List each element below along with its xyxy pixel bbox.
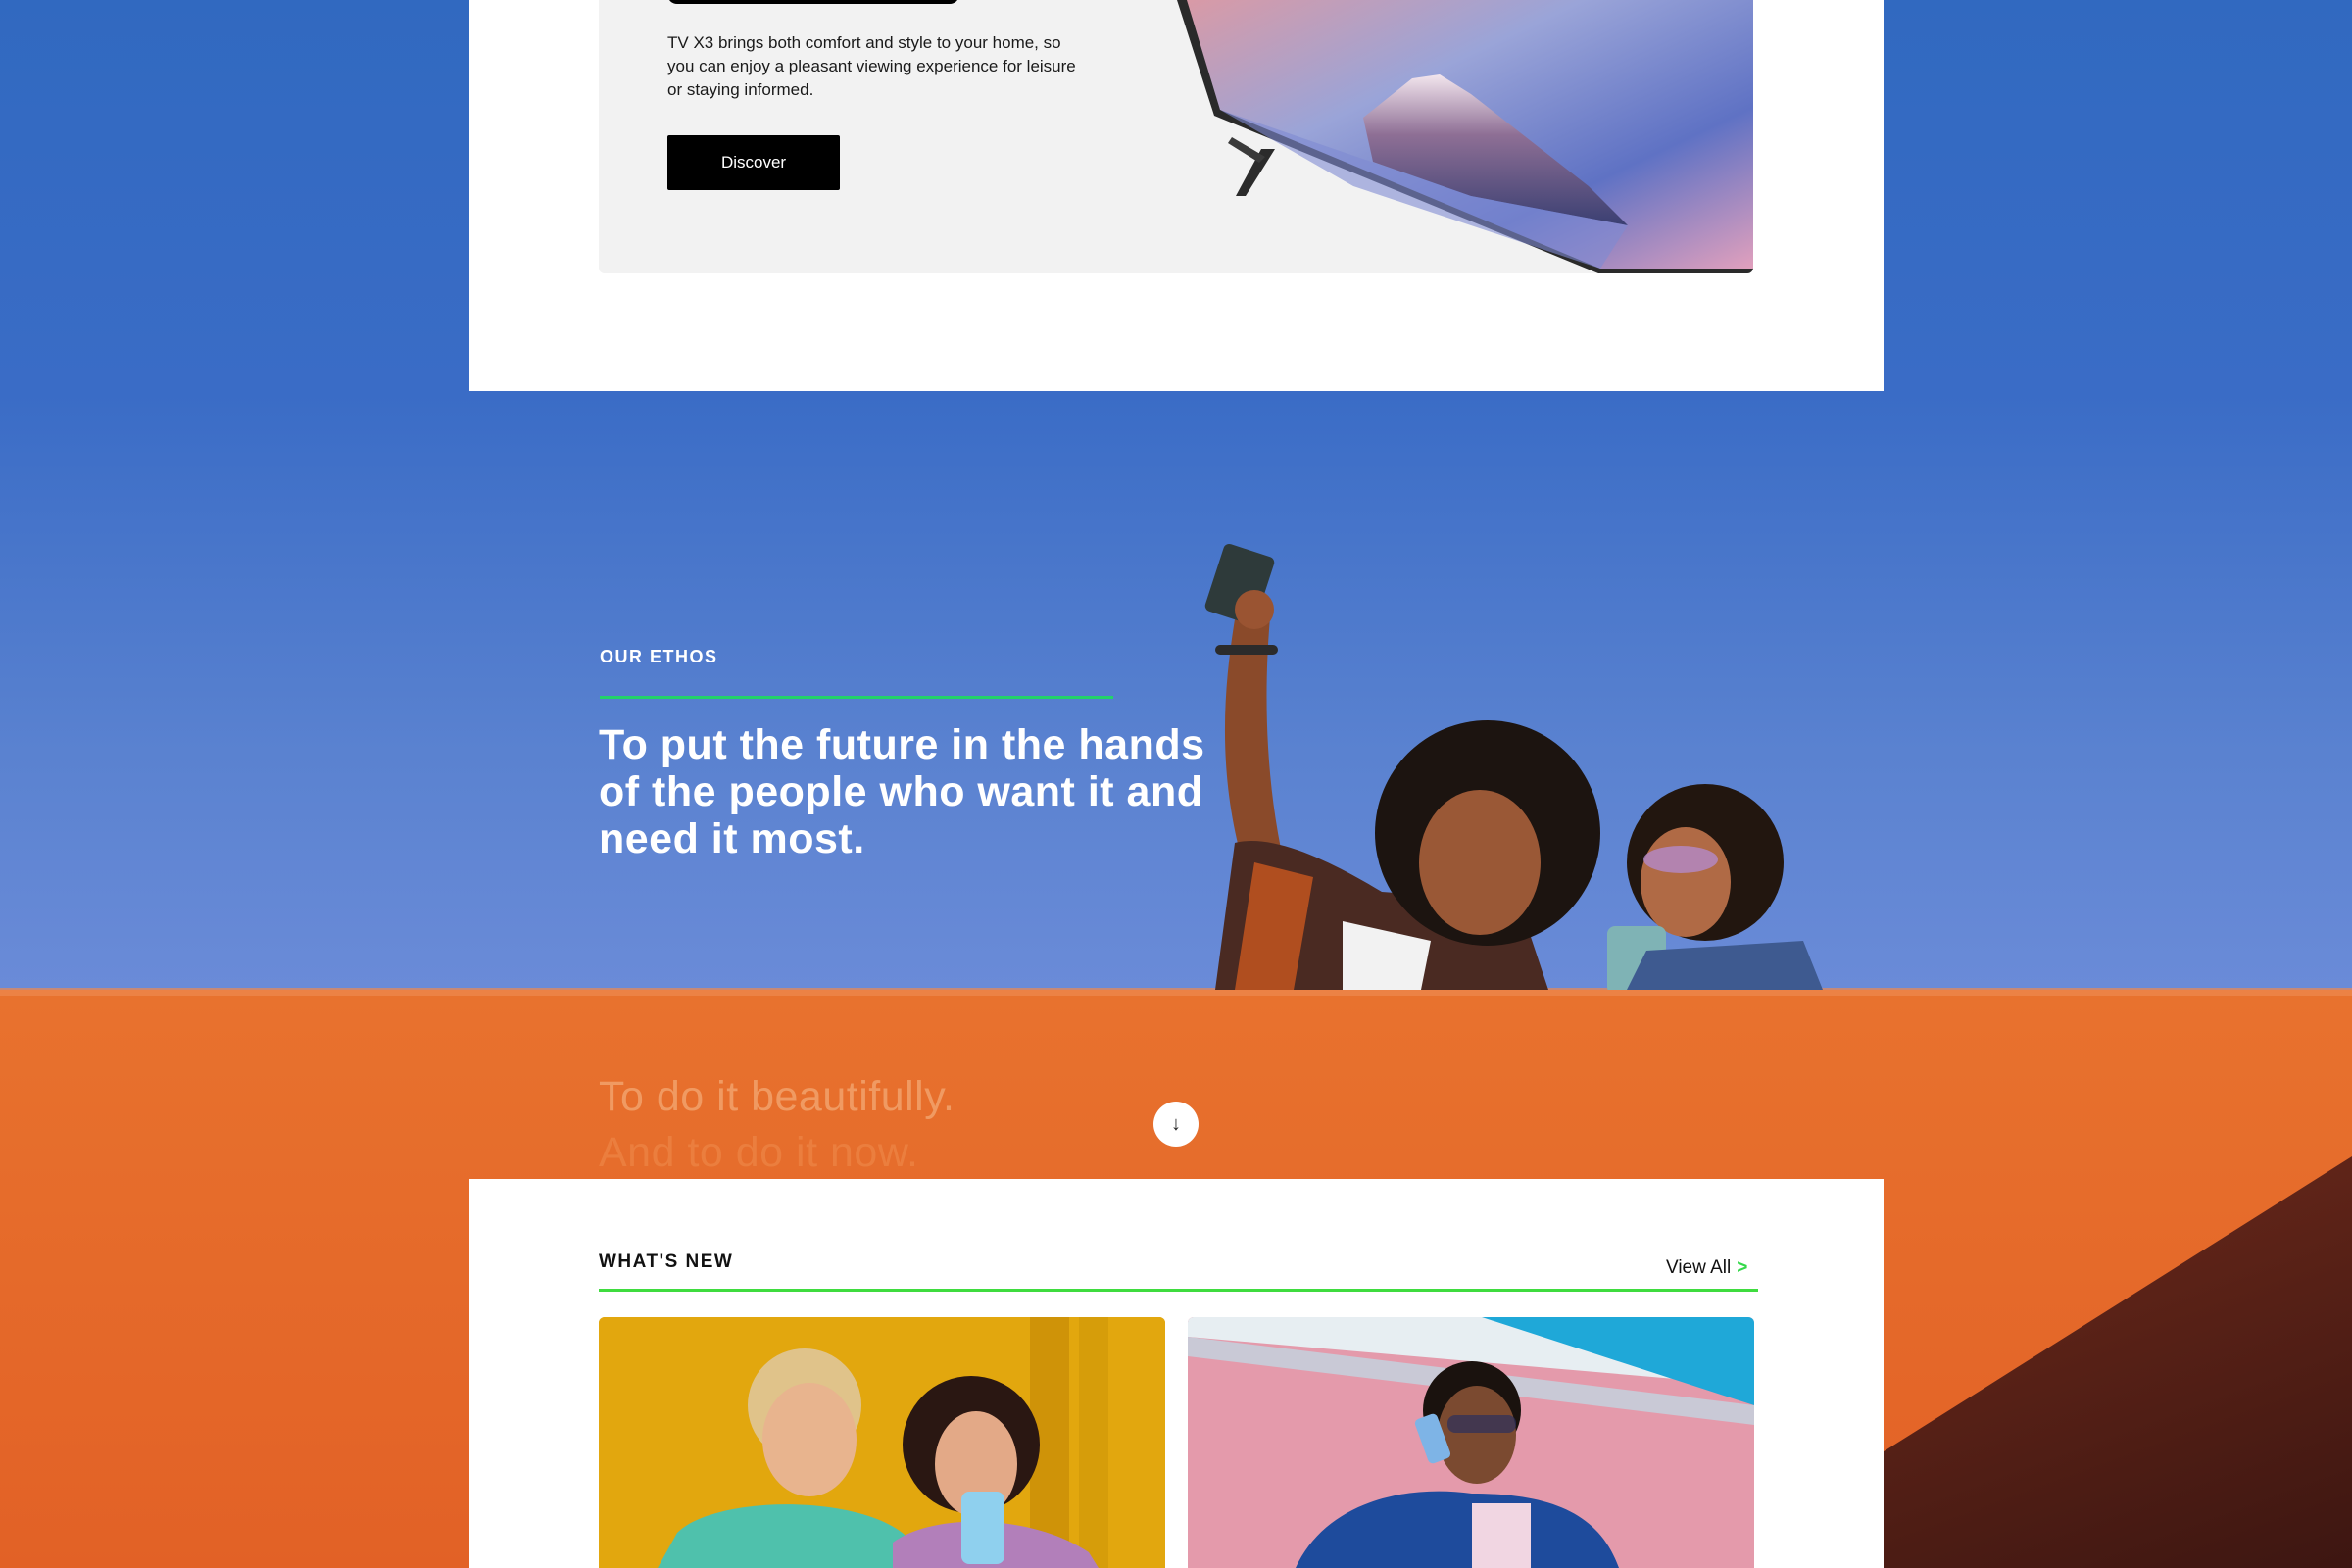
ethos-next-line-1: To do it beautifully. bbox=[599, 1073, 956, 1120]
scroll-down-button[interactable]: ↓ bbox=[1153, 1102, 1199, 1147]
ethos-label: OUR ETHOS bbox=[600, 647, 718, 666]
orange-wall-edge bbox=[0, 988, 2352, 996]
view-all-link[interactable]: View All > bbox=[1666, 1257, 1747, 1279]
chevron-right-icon: > bbox=[1737, 1257, 1748, 1278]
news-card-1-image bbox=[599, 1317, 1165, 1568]
tv-image bbox=[1177, 0, 1753, 273]
promo-heading-cropped bbox=[667, 0, 959, 4]
whats-new-title: WHAT'S NEW bbox=[599, 1251, 734, 1272]
selfie-photo bbox=[1196, 539, 1862, 995]
discover-button[interactable]: Discover bbox=[667, 135, 840, 190]
arrow-down-icon: ↓ bbox=[1171, 1112, 1181, 1135]
tv-promo-card: TV X3 brings both comfort and style to y… bbox=[599, 0, 1753, 273]
ethos-divider bbox=[600, 696, 1113, 699]
news-card-2[interactable] bbox=[1188, 1317, 1754, 1568]
whats-new-divider bbox=[599, 1289, 1758, 1292]
news-card-1[interactable] bbox=[599, 1317, 1165, 1568]
promo-description: TV X3 brings both comfort and style to y… bbox=[667, 33, 1076, 99]
news-card-2-image bbox=[1188, 1317, 1754, 1568]
view-all-label: View All bbox=[1666, 1257, 1732, 1278]
ethos-statement: To put the future in the hands of the pe… bbox=[599, 721, 1205, 862]
ethos-next-line-2: And to do it now. bbox=[599, 1129, 919, 1176]
